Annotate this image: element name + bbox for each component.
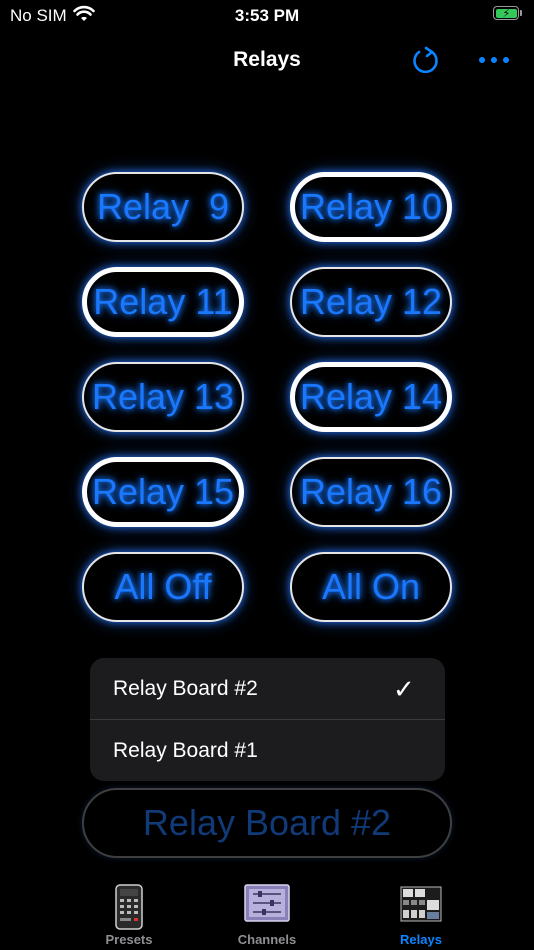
relay-10-button[interactable]: Relay 10: [290, 172, 452, 242]
tab-bar: Presets Channels Relays: [0, 870, 534, 950]
tab-channels[interactable]: Channels: [178, 870, 356, 950]
menu-item-relay-board-2[interactable]: Relay Board #2 ✓: [90, 658, 445, 720]
menu-item-label: Relay Board #2: [113, 677, 258, 700]
more-options-icon[interactable]: [476, 48, 512, 72]
status-bar: No SIM 3:53 PM ⚡: [0, 0, 534, 30]
page-title: Relays: [233, 48, 301, 71]
remote-control-icon: [115, 884, 143, 930]
battery-icon: ⚡: [493, 6, 519, 20]
relay-13-button[interactable]: Relay 13: [82, 362, 244, 432]
board-menu: Relay Board #2 ✓ Relay Board #1: [90, 658, 445, 781]
battery-cap: [520, 10, 522, 16]
all-off-button[interactable]: All Off: [82, 552, 244, 622]
relay-15-button[interactable]: Relay 15: [82, 457, 244, 527]
relay-16-button[interactable]: Relay 16: [290, 457, 452, 527]
menu-item-relay-board-1[interactable]: Relay Board #1: [90, 720, 445, 781]
tab-relays[interactable]: Relays: [332, 870, 510, 950]
relay-11-button[interactable]: Relay 11: [82, 267, 244, 337]
relay-9-button[interactable]: Relay 9: [82, 172, 244, 242]
board-select-button[interactable]: Relay Board #2: [82, 788, 452, 858]
sliders-icon: [244, 884, 290, 922]
relay-12-button[interactable]: Relay 12: [290, 267, 452, 337]
tab-label: Channels: [237, 932, 297, 947]
relay-14-button[interactable]: Relay 14: [290, 362, 452, 432]
clock: 3:53 PM: [234, 6, 300, 25]
refresh-icon[interactable]: [410, 44, 442, 76]
all-on-button[interactable]: All On: [290, 552, 452, 622]
menu-item-label: Relay Board #1: [113, 739, 258, 762]
relay-board-icon: [400, 886, 442, 922]
tab-label: Relays: [400, 932, 442, 947]
checkmark-icon: ✓: [393, 674, 415, 704]
